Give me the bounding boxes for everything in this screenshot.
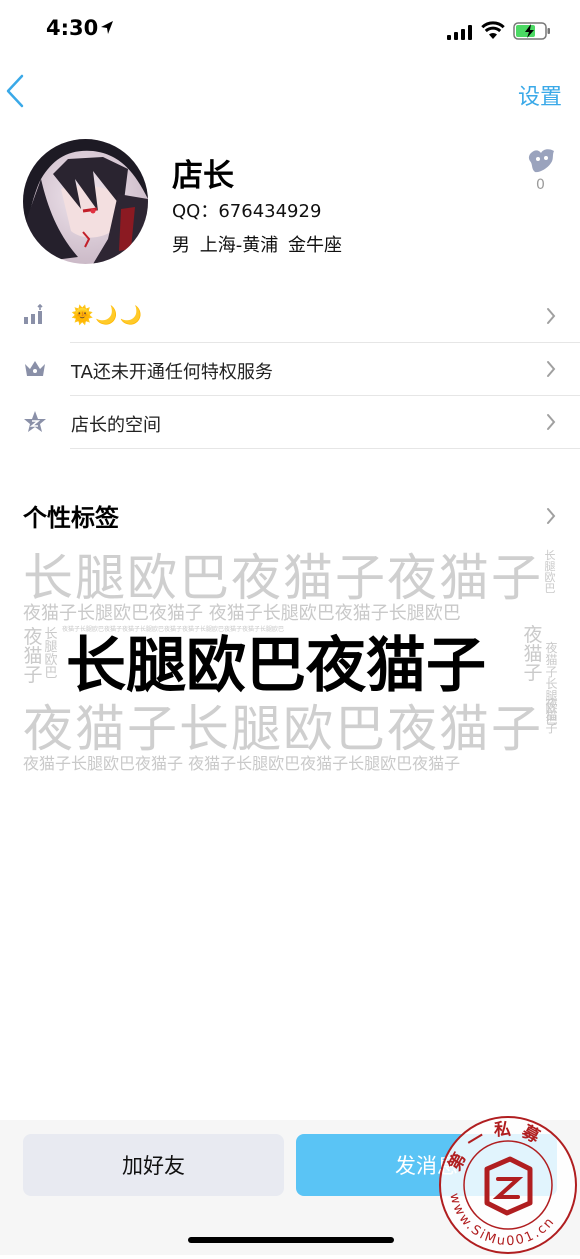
add-friend-button[interactable]: 加好友 (23, 1134, 284, 1196)
tag-cloud-text: 夜猫子长腿欧巴夜猫子 (23, 700, 543, 758)
qq-value: 676434929 (218, 201, 322, 222)
avatar-image (23, 139, 148, 264)
tag-cloud-text: 长腿欧巴夜猫子夜猫子 (23, 549, 543, 607)
back-button[interactable] (4, 74, 34, 110)
profile-info: 男 上海-黄浦 金牛座 (172, 231, 342, 257)
divider (70, 448, 580, 449)
tag-cloud-vertical: 长腿欧巴 (544, 549, 556, 595)
chevron-right-icon[interactable] (546, 507, 556, 525)
location: 上海-黄浦 (199, 235, 279, 256)
like-count: 0 (536, 177, 545, 193)
home-indicator (188, 1237, 394, 1243)
cellular-signal-icon (447, 25, 472, 40)
qq-label: QQ： (172, 201, 219, 222)
tag-cloud-vertical: 夜猫子 (545, 697, 558, 735)
tag-cloud-vertical: 长腿欧巴 (44, 627, 58, 681)
qq-number: QQ：676434929 (172, 197, 321, 223)
tag-cloud-text: 夜猫子长腿欧巴夜猫子 夜猫子长腿欧巴夜猫子长腿欧巴 (23, 603, 461, 624)
space-row[interactable]: 店长的空间 (0, 396, 580, 449)
level-row[interactable]: 🌞🌙🌙 (0, 290, 580, 343)
avatar[interactable] (23, 139, 148, 264)
crown-icon (25, 361, 45, 376)
watermark-seal: 第一私募 www.SiMu001.cn (432, 1107, 580, 1255)
space-label: 店长的空间 (71, 415, 161, 436)
settings-button[interactable]: 设置 (518, 79, 562, 111)
status-bar: 4:30 (0, 0, 580, 62)
nav-bar: 设置 (0, 62, 580, 122)
like-thumb-icon[interactable] (527, 147, 557, 175)
tags-title: 个性标签 (23, 504, 119, 532)
chevron-left-icon (6, 74, 24, 108)
battery-charging-icon (513, 22, 550, 40)
chevron-right-icon (547, 361, 556, 377)
privilege-label: TA还未开通任何特权服务 (71, 362, 273, 383)
tag-cloud-text: 夜猫子长腿欧巴夜猫子 夜猫子长腿欧巴夜猫子长腿欧巴夜猫子 (23, 754, 461, 773)
status-time: 4:30 (46, 16, 99, 40)
zodiac: 金牛座 (287, 235, 342, 256)
wifi-icon (481, 21, 505, 39)
star-icon (24, 411, 46, 432)
profile-name: 店长 (172, 158, 234, 194)
gender: 男 (172, 235, 190, 256)
tag-cloud-vertical: 夜猫子 (523, 624, 543, 684)
chevron-right-icon (547, 308, 556, 324)
location-arrow-icon (101, 21, 113, 34)
tag-cloud-main: 长腿欧巴夜猫子 (66, 631, 486, 701)
privilege-row[interactable]: TA还未开通任何特权服务 (0, 343, 580, 396)
chevron-right-icon (547, 414, 556, 430)
tag-cloud-vertical: 夜猫子 (23, 626, 43, 686)
level-emoji: 🌞🌙🌙 (71, 305, 145, 326)
level-chart-icon (24, 304, 43, 324)
tag-cloud[interactable]: 长腿欧巴夜猫子夜猫子 夜猫子长腿欧巴夜猫子 夜猫子长腿欧巴夜猫子长腿欧巴 夜猫子… (0, 540, 580, 780)
